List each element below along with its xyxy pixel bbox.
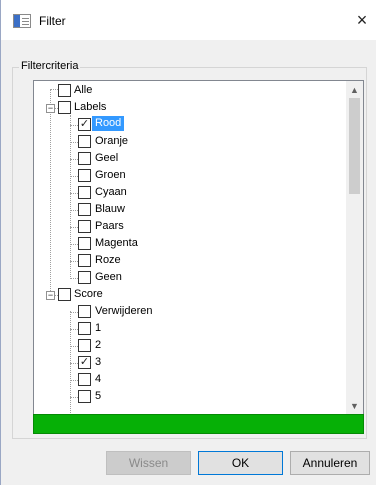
collapse-icon[interactable]: −	[46, 291, 55, 300]
ok-button[interactable]: OK	[198, 451, 283, 475]
tree-item-label: 1	[95, 322, 102, 334]
tree-item-label: Paars	[95, 220, 124, 232]
checkbox[interactable]	[78, 339, 91, 352]
checkbox[interactable]	[78, 271, 91, 284]
checkbox[interactable]	[78, 305, 91, 318]
window-title: Filter	[39, 14, 66, 28]
tree-item-label: 5	[95, 390, 102, 402]
tree-item-score-5[interactable]: 5	[34, 389, 334, 406]
clear-button[interactable]: Wissen	[106, 451, 191, 475]
tree-item-label: Labels	[74, 101, 107, 113]
scroll-thumb[interactable]	[349, 98, 360, 194]
checkbox[interactable]	[58, 101, 71, 114]
scroll-up-icon[interactable]: ▲	[346, 81, 363, 98]
collapse-icon[interactable]: −	[46, 104, 55, 113]
checkbox[interactable]	[78, 237, 91, 250]
tree-item-blauw[interactable]: Blauw	[34, 202, 334, 219]
tree-item-paars[interactable]: Paars	[34, 219, 334, 236]
tree-item-label: Cyaan	[95, 186, 127, 198]
tree-item-alle[interactable]: Alle	[34, 83, 334, 100]
checkbox[interactable]	[78, 152, 91, 165]
tree-item-groen[interactable]: Groen	[34, 168, 334, 185]
checkbox-checked[interactable]: ✓	[78, 356, 91, 369]
tree-item-label: Blauw	[95, 203, 125, 215]
checkbox[interactable]	[78, 169, 91, 182]
title-bar: Filter ×	[1, 0, 376, 40]
checkbox[interactable]	[78, 186, 91, 199]
tree-item-score-4[interactable]: 4	[34, 372, 334, 389]
tree-item-score[interactable]: − Score	[34, 287, 334, 304]
tree-item-label: Magenta	[95, 237, 138, 249]
checkbox[interactable]	[58, 288, 71, 301]
tree-item-label: 3	[95, 356, 102, 368]
status-color-bar	[33, 414, 364, 434]
vertical-scrollbar[interactable]: ▲ ▼	[346, 81, 363, 414]
tree-item-label: Geel	[95, 152, 119, 164]
tree-item-geel[interactable]: Geel	[34, 151, 334, 168]
checkbox[interactable]	[78, 203, 91, 216]
checkbox[interactable]	[78, 254, 91, 267]
checkbox[interactable]	[78, 135, 91, 148]
window-icon	[13, 14, 31, 28]
filter-tree[interactable]: Alle − Labels ✓ Rood Oranje Geel Groen C…	[33, 80, 364, 415]
tree-item-label: Verwijderen	[95, 305, 153, 317]
tree-item-rood[interactable]: ✓ Rood	[34, 116, 334, 134]
tree-item-geen[interactable]: Geen	[34, 270, 334, 287]
tree-item-label: Roze	[95, 254, 121, 266]
tree-item-magenta[interactable]: Magenta	[34, 236, 334, 253]
checkbox[interactable]	[58, 84, 71, 97]
tree-item-label: Rood	[92, 116, 125, 131]
tree-item-label: Groen	[95, 169, 126, 181]
tree-item-verwijderen[interactable]: Verwijderen	[34, 304, 334, 321]
filter-dialog: Filter × Filtercriteria Alle − Labels ✓ …	[0, 0, 376, 485]
checkbox-checked[interactable]: ✓	[78, 118, 91, 131]
tree-item-label: Oranje	[95, 135, 129, 147]
tree-item-score-3[interactable]: ✓ 3	[34, 355, 334, 372]
tree-item-score-2[interactable]: 2	[34, 338, 334, 355]
tree-item-label: Score	[74, 288, 103, 300]
checkbox[interactable]	[78, 322, 91, 335]
tree-item-labels[interactable]: − Labels	[34, 100, 334, 117]
tree-item-oranje[interactable]: Oranje	[34, 134, 334, 151]
tree-item-score-1[interactable]: 1	[34, 321, 334, 338]
tree-item-label: Geen	[95, 271, 122, 283]
tree-item-label: Alle	[74, 84, 93, 96]
group-label: Filtercriteria	[19, 60, 81, 72]
tree-item-cyaan[interactable]: Cyaan	[34, 185, 334, 202]
checkbox[interactable]	[78, 373, 91, 386]
tree-item-label: 2	[95, 339, 102, 351]
cancel-button[interactable]: Annuleren	[290, 451, 370, 475]
close-icon[interactable]: ×	[347, 0, 376, 40]
tree-item-label: 4	[95, 373, 102, 385]
checkbox[interactable]	[78, 220, 91, 233]
tree-item-roze[interactable]: Roze	[34, 253, 334, 270]
checkbox[interactable]	[78, 390, 91, 403]
scroll-down-icon[interactable]: ▼	[346, 397, 363, 414]
